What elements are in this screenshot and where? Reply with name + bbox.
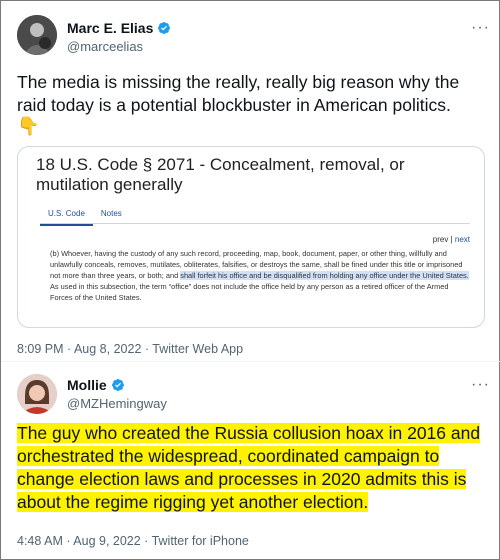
author-name-text: Mollie [67, 377, 107, 393]
tweet-text: The media is missing the really, really … [17, 72, 460, 115]
author-name[interactable]: Marc E. Elias [67, 20, 171, 36]
author-name[interactable]: Mollie [67, 377, 125, 393]
statute-highlighted-text: shall forfeit his office and be disquali… [180, 271, 469, 280]
avatar[interactable] [17, 374, 57, 414]
author-handle[interactable]: @marceelias [67, 39, 143, 54]
verified-badge-icon [158, 22, 171, 34]
prev-next-nav: prev | next [433, 235, 470, 244]
tweet-divider [1, 361, 500, 362]
more-options-icon[interactable]: ··· [471, 376, 490, 394]
highlighted-tweet-text: The guy who created the Russia collusion… [17, 423, 481, 512]
avatar[interactable] [17, 15, 57, 55]
next-link: next [454, 235, 470, 244]
card-title: 18 U.S. Code § 2071 - Concealment, remov… [36, 155, 405, 194]
statute-text: (b) Whoever, having the custody of any s… [50, 248, 470, 303]
more-options-icon[interactable]: ··· [471, 19, 490, 37]
tweet-text: The guy who created the Russia collusion… [17, 422, 487, 514]
attached-image[interactable]: 18 U.S. Code § 2071 - Concealment, remov… [17, 146, 485, 328]
prev-link: prev [432, 235, 449, 244]
tab-divider [40, 223, 470, 224]
tweet-timestamp[interactable]: 8:09 PM · Aug 8, 2022 · Twitter Web App [17, 342, 243, 356]
verified-badge-icon [111, 379, 124, 391]
pointing-down-emoji-icon: 👇 [17, 116, 40, 136]
tweet-timestamp[interactable]: 4:48 AM · Aug 9, 2022 · Twitter for iPho… [17, 534, 249, 548]
avatar-image-icon [17, 15, 57, 55]
screenshot-frame: Marc E. Elias @marceelias ··· The media … [0, 0, 500, 560]
avatar-image-icon [17, 374, 57, 414]
statute-text-part2: As used in this subsection, the term “of… [50, 282, 449, 302]
author-handle[interactable]: @MZHemingway [67, 396, 167, 411]
author-name-text: Marc E. Elias [67, 20, 154, 36]
